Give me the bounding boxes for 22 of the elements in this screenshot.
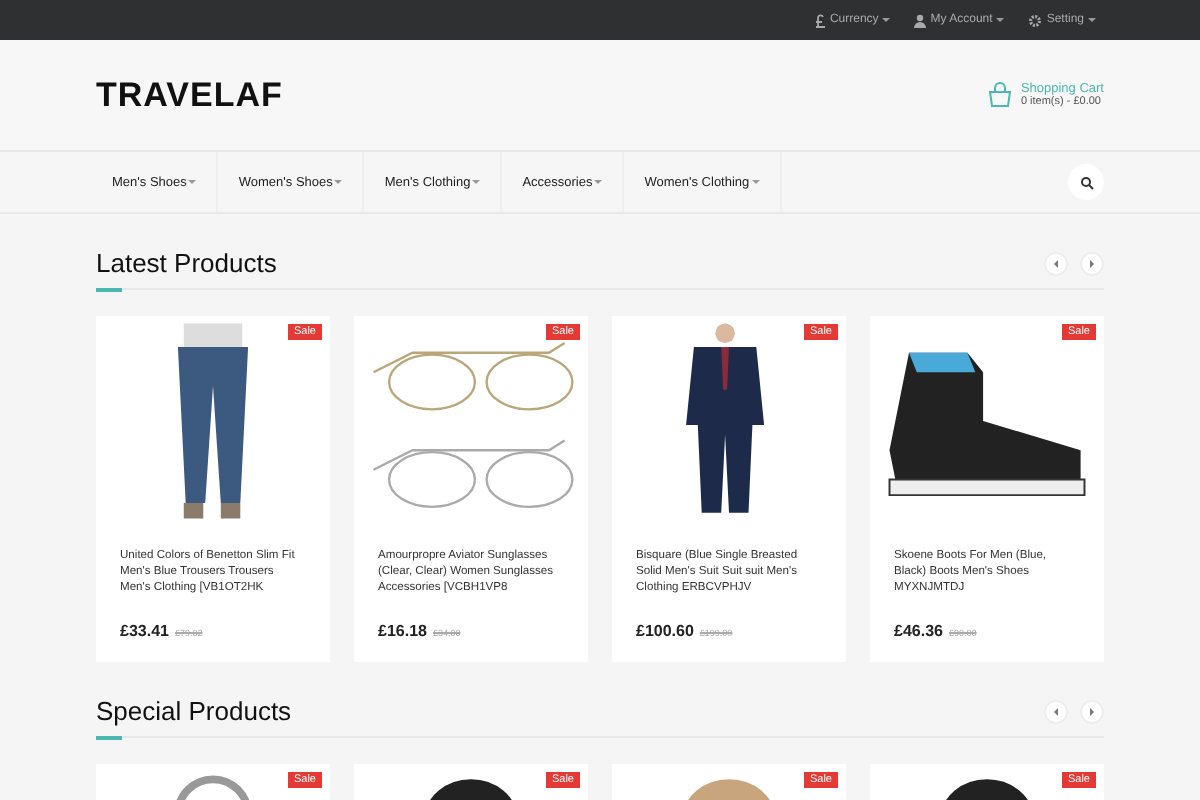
chevron-left-icon	[1052, 707, 1060, 715]
product-price: £16.18	[378, 622, 427, 640]
shopping-bag-icon[interactable]	[988, 82, 1013, 108]
bag-handle-drawing	[174, 775, 252, 800]
next-button[interactable]	[1080, 699, 1104, 723]
section-title: Special Products	[96, 696, 292, 726]
chevron-right-icon	[1088, 259, 1096, 267]
chevron-right-icon	[1088, 707, 1096, 715]
previous-button[interactable]	[1044, 251, 1068, 275]
previous-button[interactable]	[1044, 699, 1068, 723]
logo[interactable]: TRAVELAF	[96, 75, 283, 115]
settings-icon	[1028, 13, 1043, 27]
chevron-left-icon	[1052, 259, 1060, 267]
user-icon	[914, 13, 927, 27]
product-price: £100.60	[636, 622, 694, 640]
search-button[interactable]	[1068, 164, 1104, 200]
search-icon	[1079, 175, 1093, 189]
next-button[interactable]	[1080, 251, 1104, 275]
product-price: £46.36	[894, 622, 943, 640]
pound-icon	[813, 13, 826, 27]
product-price: £33.41	[120, 622, 169, 640]
section-title: Latest Products	[96, 248, 277, 278]
